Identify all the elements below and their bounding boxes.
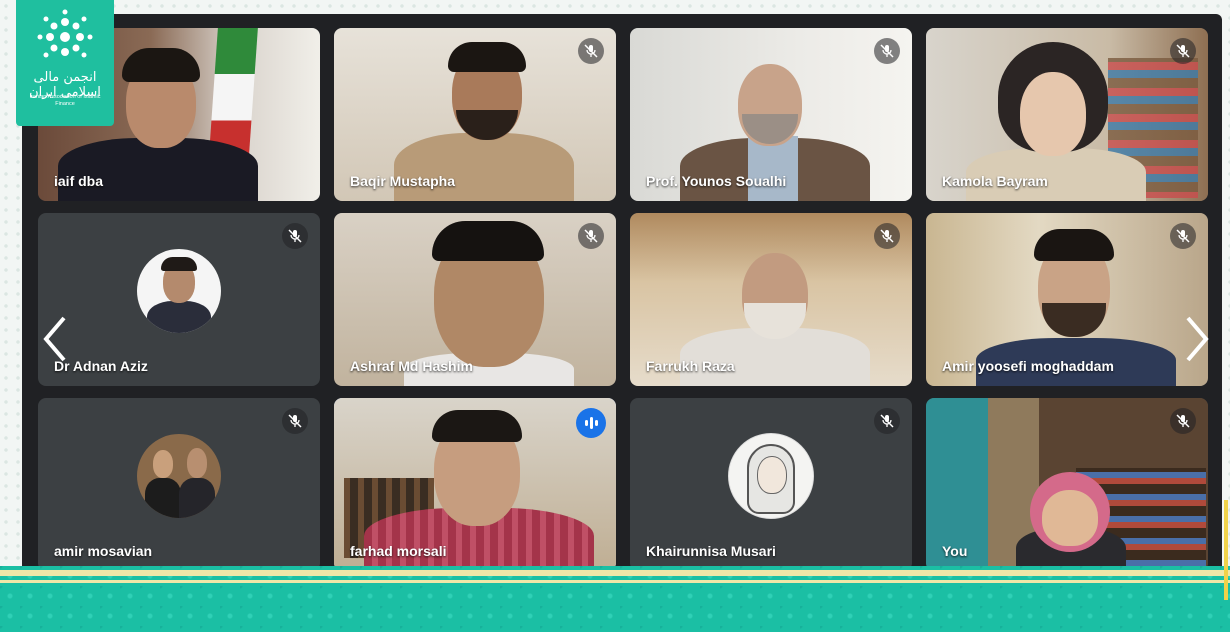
mic-off-icon: [1170, 223, 1196, 249]
participant-name: amir mosavian: [54, 543, 153, 559]
participant-name: farhad morsali: [350, 543, 447, 559]
participant-tile[interactable]: Prof. Younos Soualhi: [630, 28, 912, 201]
participant-name: Kamola Bayram: [942, 173, 1048, 189]
participant-tile-self[interactable]: You: [926, 398, 1208, 571]
participant-name: Amir yoosefi moghaddam: [942, 358, 1114, 374]
chevron-right-icon[interactable]: [1182, 314, 1212, 364]
mic-off-icon: [578, 223, 604, 249]
decorative-accent-bar: [1224, 500, 1228, 600]
decorative-divider: [0, 570, 1230, 576]
audio-level-icon: [576, 408, 606, 438]
participant-name: Ashraf Md Hashim: [350, 358, 473, 374]
avatar: [137, 433, 221, 518]
participant-name: You: [942, 543, 968, 559]
logo-emblem-icon: [37, 9, 93, 58]
mic-off-icon: [1170, 408, 1196, 434]
chevron-left-icon[interactable]: [40, 314, 70, 364]
avatar: [137, 248, 221, 333]
participant-tile[interactable]: amir mosavian: [38, 398, 320, 571]
mic-off-icon: [874, 38, 900, 64]
participant-tile[interactable]: Kamola Bayram: [926, 28, 1208, 201]
meeting-grid: iaif dba Baqir Mustapha Prof. Younos Sou…: [22, 14, 1222, 574]
participant-tile[interactable]: Dr Adnan Aziz: [38, 213, 320, 386]
participant-video: [926, 398, 1208, 571]
mic-off-icon: [1170, 38, 1196, 64]
mic-off-icon: [578, 38, 604, 64]
participant-tile[interactable]: Baqir Mustapha: [334, 28, 616, 201]
participant-name: iaif dba: [54, 173, 104, 189]
participant-tile-active-speaker[interactable]: farhad morsali: [334, 398, 616, 571]
logo-text-en: Iranian Association of Islamic Finance: [29, 94, 101, 107]
participant-tile[interactable]: Khairunnisa Musari: [630, 398, 912, 571]
participant-name: Baqir Mustapha: [350, 173, 456, 189]
participant-name: Farrukh Raza: [646, 358, 735, 374]
mic-off-icon: [282, 223, 308, 249]
avatar: [728, 432, 814, 519]
mic-off-icon: [874, 223, 900, 249]
participant-tile[interactable]: Farrukh Raza: [630, 213, 912, 386]
participant-name: Prof. Younos Soualhi: [646, 173, 787, 189]
organization-logo: انجمن مالی اسلامی ایران Iranian Associat…: [16, 0, 114, 126]
mic-off-icon: [282, 408, 308, 434]
participant-name: Khairunnisa Musari: [646, 543, 776, 559]
mic-off-icon: [874, 408, 900, 434]
decorative-divider: [0, 580, 1230, 583]
participant-tile[interactable]: Amir yoosefi moghaddam: [926, 213, 1208, 386]
participant-tile[interactable]: Ashraf Md Hashim: [334, 213, 616, 386]
